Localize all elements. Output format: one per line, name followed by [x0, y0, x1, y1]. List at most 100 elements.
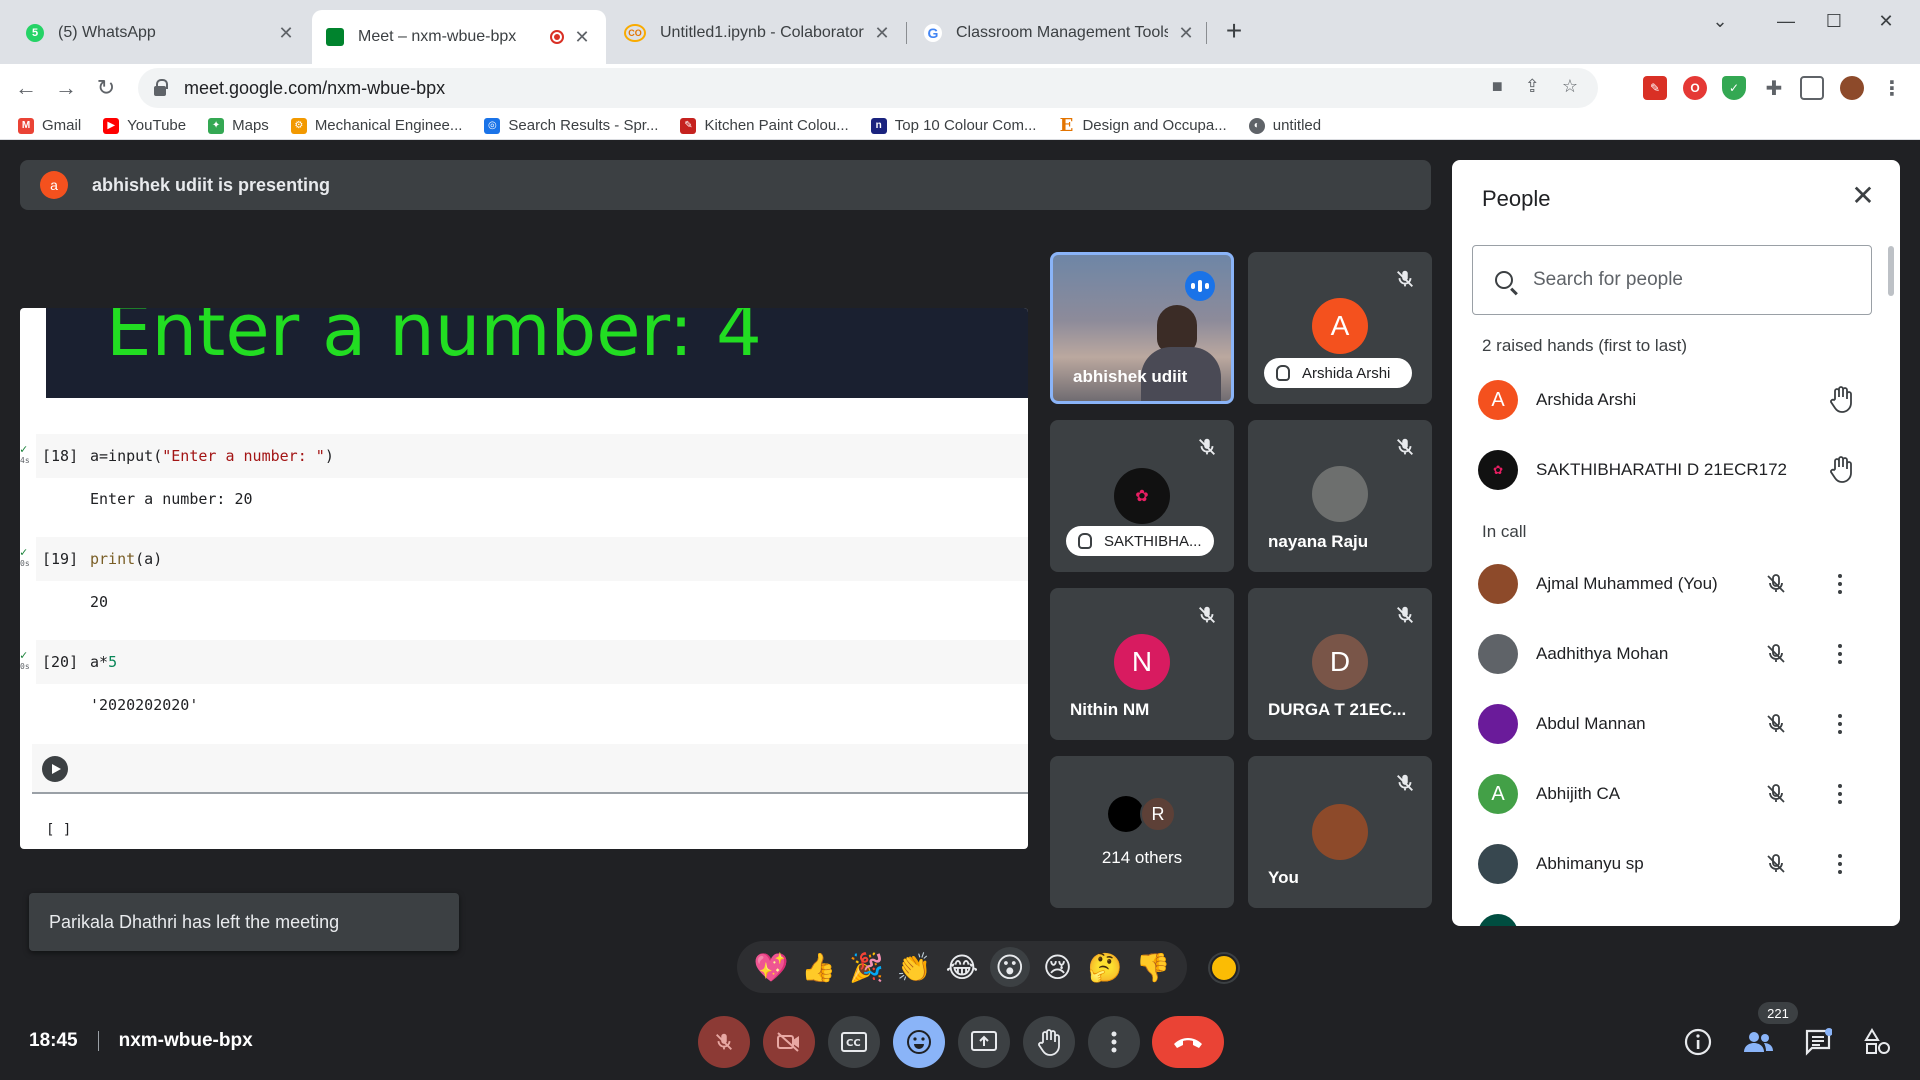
cell-code[interactable]: a*5	[90, 653, 117, 671]
minimize-button[interactable]: —	[1766, 6, 1806, 36]
bookmark-kitchen-paint[interactable]: ✎ Kitchen Paint Colou...	[680, 117, 849, 134]
reaction-joy[interactable]: 😂	[942, 947, 982, 987]
activities-button[interactable]	[1860, 1024, 1896, 1060]
captions-button[interactable]: CC	[828, 1016, 880, 1068]
run-cell-icon[interactable]	[42, 756, 68, 782]
profile-avatar[interactable]	[1840, 76, 1864, 100]
mic-off-icon	[1199, 606, 1215, 623]
close-icon[interactable]: ✕	[1176, 23, 1196, 44]
search-results-icon: ◎	[484, 117, 501, 134]
leave-call-button[interactable]	[1152, 1016, 1224, 1068]
reload-button[interactable]: ↻	[90, 72, 122, 104]
more-options-icon[interactable]	[1828, 572, 1852, 596]
participant-tile-arshida[interactable]: A Arshida Arshi	[1248, 252, 1432, 404]
cell-code[interactable]: print(a)	[90, 550, 162, 568]
participant-tile-durga[interactable]: D DURGA T 21EC...	[1248, 588, 1432, 740]
list-item[interactable]: A Arshida Arshi	[1452, 370, 1892, 430]
meeting-details-button[interactable]	[1680, 1024, 1716, 1060]
raise-hand-button[interactable]	[1023, 1016, 1075, 1068]
window-close-button[interactable]: ✕	[1866, 6, 1906, 36]
search-people-input[interactable]: Search for people	[1472, 245, 1872, 315]
chat-button[interactable]	[1800, 1024, 1836, 1060]
active-code-cell[interactable]	[32, 744, 1028, 794]
tab-whatsapp[interactable]: 5 (5) WhatsApp ✕	[12, 12, 310, 54]
reaction-thinking[interactable]: 🤔	[1085, 947, 1125, 987]
list-item[interactable]: A Abhijith CA	[1452, 764, 1892, 824]
skin-tone-picker[interactable]	[1210, 954, 1238, 982]
people-icon	[1744, 1032, 1773, 1052]
more-options-icon[interactable]	[1828, 712, 1852, 736]
participant-tile-presenter[interactable]: abhishek udiit	[1050, 252, 1234, 404]
participant-name: Abhimanyu sp	[1536, 854, 1644, 873]
omnibox-actions: ■ ⇪ ☆	[1492, 76, 1578, 97]
side-panel-icon[interactable]	[1800, 76, 1824, 100]
list-item[interactable]: Abhimanyu sp	[1452, 834, 1892, 894]
bookmark-design[interactable]: E Design and Occupa...	[1058, 115, 1227, 136]
reaction-cry[interactable]: 😢	[1037, 947, 1077, 987]
participant-tile-sakthibharathi[interactable]: ✿ SAKTHIBHA...	[1050, 420, 1234, 572]
chrome-menu-icon[interactable]: ⋮	[1880, 76, 1904, 100]
more-options-icon[interactable]	[1828, 642, 1852, 666]
list-item[interactable]: Abdul Mannan	[1452, 694, 1892, 754]
bookmark-maps[interactable]: ✦ Maps	[208, 117, 269, 134]
bookmark-star-icon[interactable]: ☆	[1562, 76, 1578, 97]
close-icon[interactable]: ✕	[572, 27, 592, 48]
participant-tile-nithin[interactable]: N Nithin NM	[1050, 588, 1234, 740]
others-count: 214 others	[1101, 848, 1183, 867]
captions-icon: CC	[841, 1032, 867, 1052]
code-area	[36, 537, 1028, 581]
maximize-button[interactable]: ☐	[1814, 6, 1854, 36]
bookmark-search-results[interactable]: ◎ Search Results - Spr...	[484, 117, 658, 134]
list-item[interactable]	[1452, 904, 1892, 926]
tab-search-icon[interactable]: ⌄	[1700, 6, 1740, 36]
more-options-icon[interactable]	[1828, 782, 1852, 806]
tab-colab[interactable]: CO Untitled1.ipynb - Colaboratory ✕	[610, 12, 906, 54]
avatar: ✿	[1478, 450, 1518, 490]
raised-hand-icon[interactable]	[1830, 385, 1852, 413]
reaction-thumbs-up[interactable]: 👍	[799, 947, 839, 987]
bookmark-youtube[interactable]: ▶ YouTube	[103, 117, 186, 134]
new-tab-button[interactable]: +	[1218, 16, 1250, 48]
tab-meet[interactable]: Meet – nxm-wbue-bpx ✕	[312, 10, 606, 64]
cell-code[interactable]: a=input("Enter a number: ")	[90, 447, 334, 465]
back-button[interactable]: ←	[10, 72, 42, 104]
google-icon: G	[924, 24, 942, 42]
address-bar[interactable]: meet.google.com/nxm-wbue-bpx ■ ⇪ ☆	[138, 68, 1598, 108]
extensions-puzzle-icon[interactable]: ✚	[1762, 76, 1786, 100]
more-options-button[interactable]	[1088, 1016, 1140, 1068]
extension-pdf-icon[interactable]: ✎	[1643, 76, 1667, 100]
list-item[interactable]: Ajmal Muhammed (You)	[1452, 554, 1892, 614]
present-now-button[interactable]	[958, 1016, 1010, 1068]
reaction-thumbs-down[interactable]: 👎	[1133, 947, 1173, 987]
bookmark-top-colour[interactable]: n Top 10 Colour Com...	[870, 117, 1036, 134]
show-everyone-button[interactable]	[1740, 1024, 1776, 1060]
participant-tile-nayana[interactable]: nayana Raju	[1248, 420, 1432, 572]
bookmark-untitled[interactable]: ◐ untitled	[1248, 117, 1321, 134]
participant-tile-others[interactable]: R 214 others	[1050, 756, 1234, 908]
participant-tile-you[interactable]: You	[1248, 756, 1432, 908]
forward-button[interactable]: →	[50, 72, 82, 104]
list-item[interactable]: ✿ SAKTHIBHARATHI D 21ECR172	[1452, 440, 1892, 500]
camera-icon[interactable]: ■	[1492, 76, 1503, 97]
raised-hand-icon[interactable]	[1830, 455, 1852, 483]
camera-toggle-button[interactable]	[763, 1016, 815, 1068]
mic-toggle-button[interactable]	[698, 1016, 750, 1068]
extension-opera-icon[interactable]: O	[1683, 76, 1707, 100]
reaction-sparkling-heart[interactable]: 💖	[751, 947, 791, 987]
scrollbar[interactable]	[1888, 246, 1894, 296]
more-options-icon[interactable]	[1828, 852, 1852, 876]
bookmark-mechanical[interactable]: ⚙ Mechanical Enginee...	[290, 117, 462, 134]
close-icon[interactable]: ✕	[872, 23, 892, 44]
tab-classroom[interactable]: G Classroom Management Tools & ✕	[910, 12, 1210, 54]
reaction-clap[interactable]: 👏	[894, 947, 934, 987]
bookmark-gmail[interactable]: M Gmail	[18, 117, 81, 134]
list-item[interactable]: Aadhithya Mohan	[1452, 624, 1892, 684]
reaction-party-popper[interactable]: 🎉	[846, 947, 886, 987]
close-panel-button[interactable]: ✕	[1848, 182, 1878, 212]
share-icon[interactable]: ⇪	[1525, 76, 1540, 97]
mic-off-icon	[1397, 606, 1413, 623]
reactions-button[interactable]	[893, 1016, 945, 1068]
reaction-surprised[interactable]: 😮	[989, 947, 1030, 987]
close-icon[interactable]: ✕	[276, 23, 296, 44]
extension-shield-icon[interactable]: ✓	[1722, 76, 1746, 100]
